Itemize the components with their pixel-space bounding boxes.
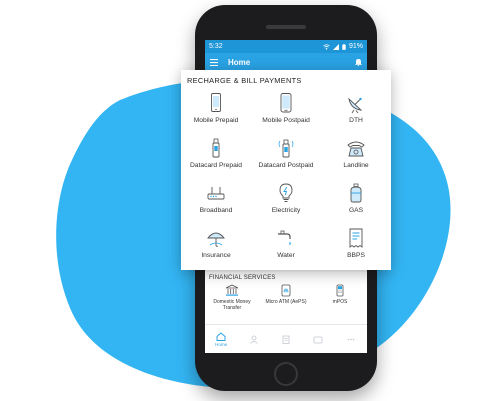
notification-bell-icon[interactable]: [355, 58, 362, 66]
battery-level: 91%: [348, 43, 363, 50]
tile-dth[interactable]: DTH: [321, 87, 391, 132]
router-icon: [207, 187, 225, 200]
report-icon: [282, 335, 290, 344]
phone-speaker: [266, 25, 306, 29]
usb-datacard-icon: [278, 139, 294, 158]
tile-datacard-postpaid[interactable]: Datacard Postpaid: [251, 132, 321, 177]
tile-label: Datacard Prepaid: [189, 162, 243, 169]
gas-cylinder-icon: [350, 183, 362, 203]
mobile-prepaid-icon: [211, 93, 221, 112]
financial-item-domestic-money-transfer[interactable]: Domestic Money Transfer: [206, 284, 258, 311]
tile-water[interactable]: Water: [251, 222, 321, 267]
app-bar: Home: [205, 53, 367, 71]
phone-home-button[interactable]: [274, 362, 298, 386]
status-time: 5:32: [209, 43, 223, 50]
tile-label: Mobile Prepaid: [193, 117, 239, 124]
financial-item-mpos[interactable]: mPOS: [314, 284, 366, 311]
financial-item-label: Domestic Money Transfer: [213, 299, 251, 311]
tile-label: BBPS: [347, 252, 365, 259]
bottom-navigation: Home: [205, 324, 367, 353]
nav-item-wallet[interactable]: [303, 335, 333, 344]
financial-item-label: Micro ATM (AePS): [265, 299, 307, 305]
tile-label: Broadband: [199, 207, 233, 214]
tile-mobile-postpaid[interactable]: Mobile Postpaid: [251, 87, 321, 132]
financial-services-section: FINANCIAL SERVICES Domestic Money Transf…: [205, 272, 367, 324]
tile-label: Insurance: [201, 252, 231, 259]
tile-landline[interactable]: Landline: [321, 132, 391, 177]
hamburger-menu-icon[interactable]: [210, 58, 218, 66]
financial-item-label: mPOS: [332, 299, 348, 305]
battery-icon: [342, 43, 346, 50]
pos-terminal-icon: [336, 284, 344, 297]
bill-icon: [349, 228, 363, 248]
signal-icon: [332, 43, 339, 50]
tile-label: Datacard Postpaid: [258, 162, 314, 169]
usb-datacard-icon: [212, 138, 220, 158]
nav-item-account[interactable]: [239, 335, 269, 344]
status-bar: 5:32 91%: [205, 40, 367, 53]
tile-mobile-prepaid[interactable]: Mobile Prepaid: [181, 87, 251, 132]
mobile-postpaid-icon: [280, 93, 292, 113]
tile-label: Mobile Postpaid: [262, 117, 310, 124]
tile-gas[interactable]: GAS: [321, 177, 391, 222]
tile-label: Electricity: [271, 207, 301, 214]
fingerprint-icon: [281, 284, 291, 297]
tile-bbps[interactable]: BBPS: [321, 222, 391, 267]
tile-label: Landline: [343, 162, 369, 169]
recharge-grid: Mobile Prepaid Mobile Postpaid DTH Datac…: [181, 87, 391, 267]
recharge-section-heading: RECHARGE & BILL PAYMENTS: [187, 76, 302, 85]
umbrella-icon: [207, 232, 225, 247]
tile-insurance[interactable]: Insurance: [181, 222, 251, 267]
page-title: Home: [228, 57, 251, 67]
nav-home-label: Home: [215, 341, 228, 347]
tile-label: GAS: [348, 207, 364, 214]
tile-datacard-prepaid[interactable]: Datacard Prepaid: [181, 132, 251, 177]
tile-electricity[interactable]: Electricity: [251, 177, 321, 222]
financial-services-heading: FINANCIAL SERVICES: [209, 275, 276, 281]
bank-icon: [225, 284, 239, 296]
user-icon: [249, 335, 258, 344]
home-icon: [216, 331, 226, 341]
nav-item-more[interactable]: [336, 335, 366, 344]
tile-broadband[interactable]: Broadband: [181, 177, 251, 222]
nav-item-home[interactable]: Home: [206, 331, 236, 347]
financial-item-micro-atm[interactable]: Micro ATM (AePS): [260, 284, 312, 311]
tile-label: Water: [277, 252, 295, 259]
recharge-bill-payments-card: RECHARGE & BILL PAYMENTS Mobile Prepaid …: [181, 70, 391, 270]
telephone-icon: [347, 141, 365, 157]
tile-label: DTH: [349, 117, 363, 124]
nav-item-report[interactable]: [271, 335, 301, 344]
wifi-icon: [323, 43, 330, 50]
more-icon: [347, 338, 355, 340]
satellite-dish-icon: [348, 97, 363, 114]
water-tap-icon: [278, 230, 291, 245]
wallet-icon: [313, 336, 323, 343]
lightbulb-icon: [279, 183, 293, 202]
